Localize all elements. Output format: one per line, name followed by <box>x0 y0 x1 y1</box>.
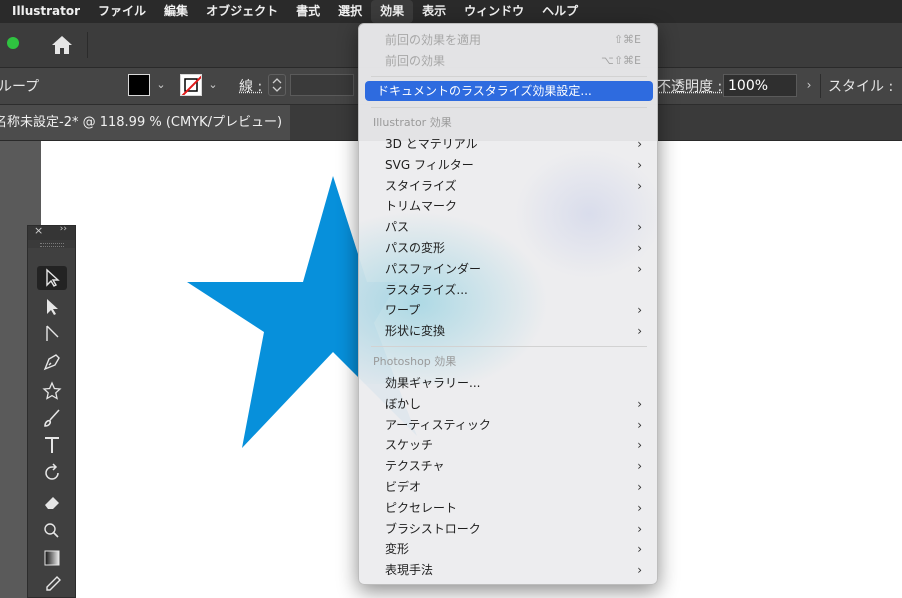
tools-panel: × ›› <box>27 224 76 598</box>
fill-color-swatch[interactable] <box>128 74 150 96</box>
chevron-right-icon: › <box>637 220 642 235</box>
menu-separator <box>371 346 647 347</box>
close-icon[interactable]: × <box>34 224 43 237</box>
stroke-color-swatch[interactable] <box>180 74 202 96</box>
paintbrush-tool-icon[interactable] <box>37 406 67 430</box>
selection-type-label: ループ <box>0 79 40 95</box>
chevron-right-icon: › <box>637 500 642 515</box>
menu-file[interactable]: ファイル <box>89 0 155 23</box>
window-zoom-button[interactable] <box>7 37 19 49</box>
menu-item-illustrator-9[interactable]: 形状に変換 › <box>365 321 653 341</box>
eyedropper-tool-icon[interactable] <box>37 573 67 597</box>
menu-help[interactable]: ヘルプ <box>533 0 587 23</box>
menu-item-photoshop-0[interactable]: 効果ギャラリー... <box>365 373 653 393</box>
chevron-right-icon: › <box>637 157 642 172</box>
type-tool-icon[interactable] <box>37 433 67 457</box>
shortcut-label: ⇧⌘E <box>613 33 641 46</box>
menu-select[interactable]: 選択 <box>329 0 371 23</box>
illustrator-effects-header: Illustrator 効果 <box>373 116 452 129</box>
panel-grip[interactable] <box>28 240 75 248</box>
gradient-tool-icon[interactable] <box>37 546 67 570</box>
chevron-right-icon: › <box>637 303 642 318</box>
menu-item-photoshop-6[interactable]: ピクセレート › <box>365 498 653 518</box>
menu-object[interactable]: オブジェクト <box>197 0 287 23</box>
menu-view[interactable]: 表示 <box>413 0 455 23</box>
stroke-weight-input[interactable] <box>290 74 354 96</box>
menu-illustrator[interactable]: Illustrator <box>0 0 89 23</box>
chevron-right-icon: › <box>637 459 642 474</box>
menu-item-illustrator-2[interactable]: スタイライズ › <box>365 176 653 196</box>
menu-edit[interactable]: 編集 <box>155 0 197 23</box>
tools-panel-header: × ›› <box>28 224 75 240</box>
document-tab-title: 名称未設定-2* @ 118.99 % (CMYK/プレビュー) <box>0 115 283 130</box>
chevron-right-icon: › <box>637 324 642 339</box>
opacity-chevron-icon[interactable]: › <box>801 74 817 96</box>
star-tool-icon[interactable] <box>37 379 67 403</box>
menu-item-photoshop-2[interactable]: アーティスティック › <box>365 415 653 435</box>
photoshop-effects-header: Photoshop 効果 <box>373 355 457 368</box>
menu-item-illustrator-5[interactable]: パスの変形 › <box>365 238 653 258</box>
chevron-right-icon: › <box>637 178 642 193</box>
fill-dropdown-icon[interactable]: ⌄ <box>154 74 168 96</box>
rotate-tool-icon[interactable] <box>37 461 67 485</box>
document-tab[interactable]: 名称未設定-2* @ 118.99 % (CMYK/プレビュー) <box>0 105 290 140</box>
menu-item-photoshop-5[interactable]: ビデオ › <box>365 477 653 497</box>
menu-item-apply-last-effect[interactable]: 前回の効果を適用 ⇧⌘E <box>365 30 653 50</box>
menu-item-photoshop-1[interactable]: ぼかし › <box>365 394 653 414</box>
menu-item-illustrator-0[interactable]: 3D とマテリアル › <box>365 134 653 154</box>
collapse-icon[interactable]: ›› <box>60 224 67 234</box>
chevron-right-icon: › <box>637 241 642 255</box>
menu-item-photoshop-7[interactable]: ブラシストローク › <box>365 519 653 539</box>
menu-item-raster-effects-settings[interactable]: ドキュメントのラスタライズ効果設定... <box>365 81 653 101</box>
selection-tool-icon[interactable] <box>37 266 67 290</box>
eraser-tool-icon[interactable] <box>37 490 67 514</box>
stroke-label[interactable]: 線 : <box>239 76 262 96</box>
style-label: スタイル : <box>828 79 894 95</box>
menu-effect[interactable]: 効果 <box>371 0 414 23</box>
shape-builder-tool-icon[interactable] <box>37 518 67 542</box>
chevron-right-icon: › <box>637 542 642 557</box>
chevron-right-icon: › <box>637 438 642 453</box>
menu-type[interactable]: 書式 <box>287 0 329 23</box>
divider <box>87 32 88 58</box>
stroke-weight-stepper[interactable] <box>268 74 286 96</box>
pen-tool-icon[interactable] <box>37 350 67 374</box>
opacity-label[interactable]: 不透明度 : <box>657 76 722 96</box>
home-icon[interactable] <box>50 34 74 56</box>
chevron-right-icon: › <box>637 521 642 536</box>
menu-item-photoshop-8[interactable]: 変形 › <box>365 539 653 559</box>
menu-separator <box>371 107 647 108</box>
menu-separator <box>371 76 647 77</box>
menu-item-illustrator-7[interactable]: ラスタライズ... <box>365 280 653 300</box>
divider <box>820 74 821 98</box>
effect-menu-dropdown: 前回の効果を適用 ⇧⌘E 前回の効果 ⌥⇧⌘E ドキュメントのラスタライズ効果設… <box>358 23 658 585</box>
chevron-right-icon: › <box>637 563 642 578</box>
menu-item-photoshop-4[interactable]: テクスチャ › <box>365 456 653 476</box>
chevron-right-icon: › <box>637 261 642 276</box>
chevron-right-icon: › <box>637 137 642 151</box>
chevron-right-icon: › <box>637 480 642 494</box>
chevron-right-icon: › <box>637 417 642 432</box>
menu-item-last-effect[interactable]: 前回の効果 ⌥⇧⌘E <box>365 51 653 71</box>
menu-item-illustrator-3[interactable]: トリムマーク <box>365 196 653 216</box>
menu-item-illustrator-4[interactable]: パス › <box>365 217 653 237</box>
menu-bar: Illustrator ファイル 編集 オブジェクト 書式 選択 効果 表示 ウ… <box>0 0 902 23</box>
group-selection-tool-icon[interactable] <box>37 322 67 346</box>
chevron-right-icon: › <box>637 396 642 411</box>
menu-window[interactable]: ウィンドウ <box>455 0 533 23</box>
opacity-input[interactable] <box>723 74 797 97</box>
stroke-dropdown-icon[interactable]: ⌄ <box>206 74 220 96</box>
shortcut-label: ⌥⇧⌘E <box>601 54 641 67</box>
menu-item-photoshop-9[interactable]: 表現手法 › <box>365 560 653 580</box>
menu-item-photoshop-3[interactable]: スケッチ › <box>365 435 653 455</box>
direct-selection-tool-icon[interactable] <box>37 295 67 319</box>
menu-item-illustrator-1[interactable]: SVG フィルター › <box>365 155 653 175</box>
menu-item-illustrator-8[interactable]: ワープ › <box>365 300 653 320</box>
menu-item-illustrator-6[interactable]: パスファインダー › <box>365 259 653 279</box>
